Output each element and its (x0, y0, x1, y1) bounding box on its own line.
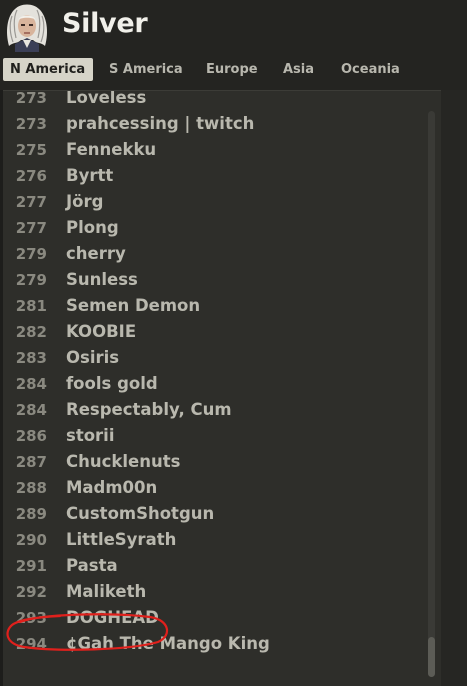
rank-number: 277 (15, 193, 47, 211)
tab-oceania[interactable]: Oceania (341, 58, 400, 81)
right-gutter (441, 90, 467, 686)
leaderboard-row[interactable]: 275 Fennekku (3, 137, 423, 163)
player-name: fools gold (66, 374, 158, 393)
leaderboard-row[interactable]: 277 Jörg (3, 189, 423, 215)
player-name: Sunless (66, 270, 138, 289)
leaderboard-row[interactable]: 291 Pasta (3, 553, 423, 579)
leaderboard-row[interactable]: 277 Plong (3, 215, 423, 241)
rank-number: 283 (15, 349, 47, 367)
player-name: cherry (66, 244, 126, 263)
rank-number: 286 (15, 427, 47, 445)
rank-number: 273 (15, 90, 47, 107)
player-name: Fennekku (66, 140, 157, 159)
player-name: KOOBIE (66, 322, 137, 341)
tab-asia[interactable]: Asia (283, 58, 314, 81)
player-name: Jörg (66, 192, 104, 211)
rank-number: 288 (15, 479, 47, 497)
tab-s-america[interactable]: S America (109, 58, 183, 81)
player-name: Respectably, Cum (66, 400, 232, 419)
rank-number: 279 (15, 245, 47, 263)
leaderboard-row[interactable]: 273 Loveless (3, 90, 423, 111)
leaderboard-row[interactable]: 284 Respectably, Cum (3, 397, 423, 423)
leaderboard-row[interactable]: 294 ¢Gah The Mango King (3, 631, 423, 657)
rank-number: 277 (15, 219, 47, 237)
player-name: Byrtt (66, 166, 114, 185)
player-name: Plong (66, 218, 119, 237)
rank-number: 275 (15, 141, 47, 159)
rank-number: 290 (15, 531, 47, 549)
region-tabs: N America S America Europe Asia Oceania (0, 58, 467, 82)
rank-number: 294 (15, 635, 47, 653)
header: Silver (0, 0, 467, 58)
leaderboard-row[interactable]: 293 DOGHEAD (3, 605, 423, 631)
player-name: DOGHEAD (66, 608, 159, 627)
tab-europe[interactable]: Europe (206, 58, 258, 81)
player-name: Madm00n (66, 478, 158, 497)
rank-number: 291 (15, 557, 47, 575)
player-name: ¢Gah The Mango King (66, 634, 270, 653)
rank-number: 292 (15, 583, 47, 601)
leaderboard-row[interactable]: 286 storii (3, 423, 423, 449)
avatar (3, 2, 51, 52)
leaderboard-row[interactable]: 290 LittleSyrath (3, 527, 423, 553)
player-name: Maliketh (66, 582, 147, 601)
rank-number: 282 (15, 323, 47, 341)
rank-number: 293 (15, 609, 47, 627)
player-name: Loveless (66, 90, 147, 107)
leaderboard-row[interactable]: 287 Chucklenuts (3, 449, 423, 475)
player-name: Osiris (66, 348, 120, 367)
leaderboard-row[interactable]: 292 Maliketh (3, 579, 423, 605)
leaderboard-row[interactable]: 289 CustomShotgun (3, 501, 423, 527)
rank-number: 279 (15, 271, 47, 289)
rank-number: 276 (15, 167, 47, 185)
scrollbar-thumb[interactable] (428, 637, 435, 677)
player-name: LittleSyrath (66, 530, 177, 549)
rank-number: 281 (15, 297, 47, 315)
rank-number: 284 (15, 375, 47, 393)
leaderboard-row[interactable]: 276 Byrtt (3, 163, 423, 189)
scrollbar[interactable] (428, 111, 435, 677)
player-name: CustomShotgun (66, 504, 215, 523)
leaderboard-page: Silver N America S America Europe Asia O… (0, 0, 467, 686)
leaderboard-row[interactable]: 288 Madm00n (3, 475, 423, 501)
player-name: Semen Demon (66, 296, 201, 315)
rank-number: 287 (15, 453, 47, 471)
rank-number: 284 (15, 401, 47, 419)
avatar-portrait-icon (3, 2, 51, 52)
leaderboard-row[interactable]: 279 Sunless (3, 267, 423, 293)
player-name: Pasta (66, 556, 118, 575)
leaderboard-list[interactable]: 273 Loveless 273 prahcessing | twitch 275 Fen… (3, 90, 441, 686)
leaderboard-row[interactable]: 279 cherry (3, 241, 423, 267)
player-name: prahcessing | twitch (66, 114, 255, 133)
rank-number: 289 (15, 505, 47, 523)
leaderboard-row[interactable]: 273 prahcessing | twitch (3, 111, 423, 137)
leaderboard-row[interactable]: 284 fools gold (3, 371, 423, 397)
page-title: Silver (62, 8, 148, 39)
leaderboard-row[interactable]: 281 Semen Demon (3, 293, 423, 319)
player-name: storii (66, 426, 115, 445)
rank-number: 273 (15, 115, 47, 133)
leaderboard-row[interactable]: 283 Osiris (3, 345, 423, 371)
leaderboard-row[interactable]: 282 KOOBIE (3, 319, 423, 345)
tab-n-america[interactable]: N America (3, 58, 94, 81)
player-name: Chucklenuts (66, 452, 181, 471)
